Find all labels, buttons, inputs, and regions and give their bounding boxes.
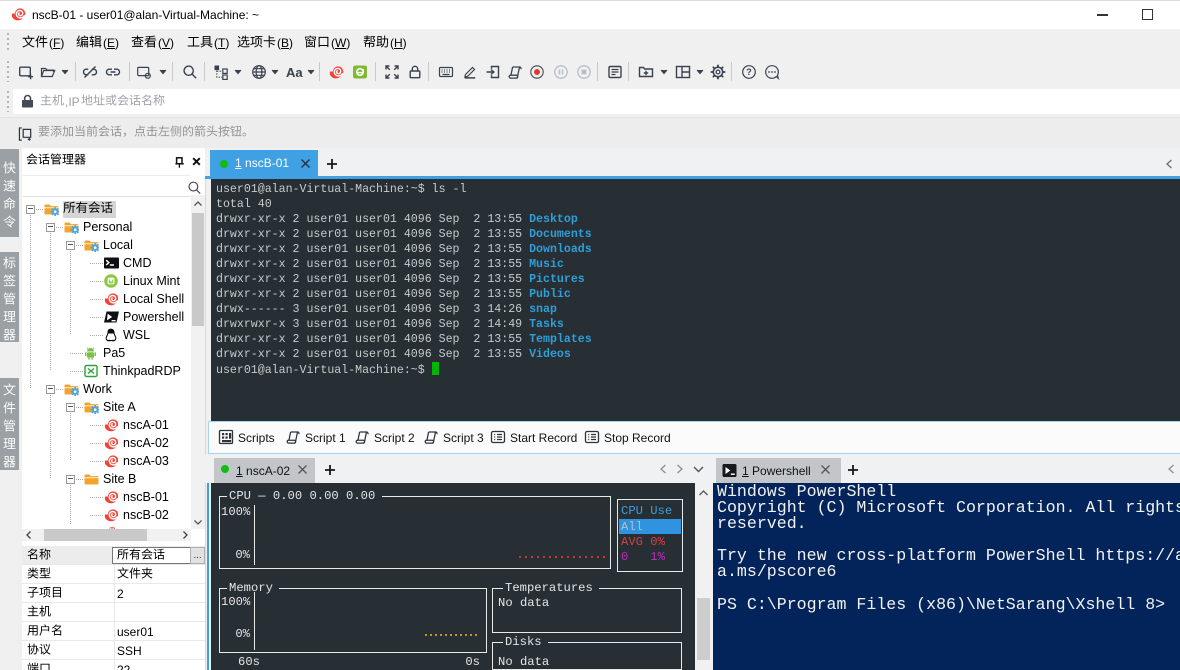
svg-text:?: ? (746, 67, 752, 77)
